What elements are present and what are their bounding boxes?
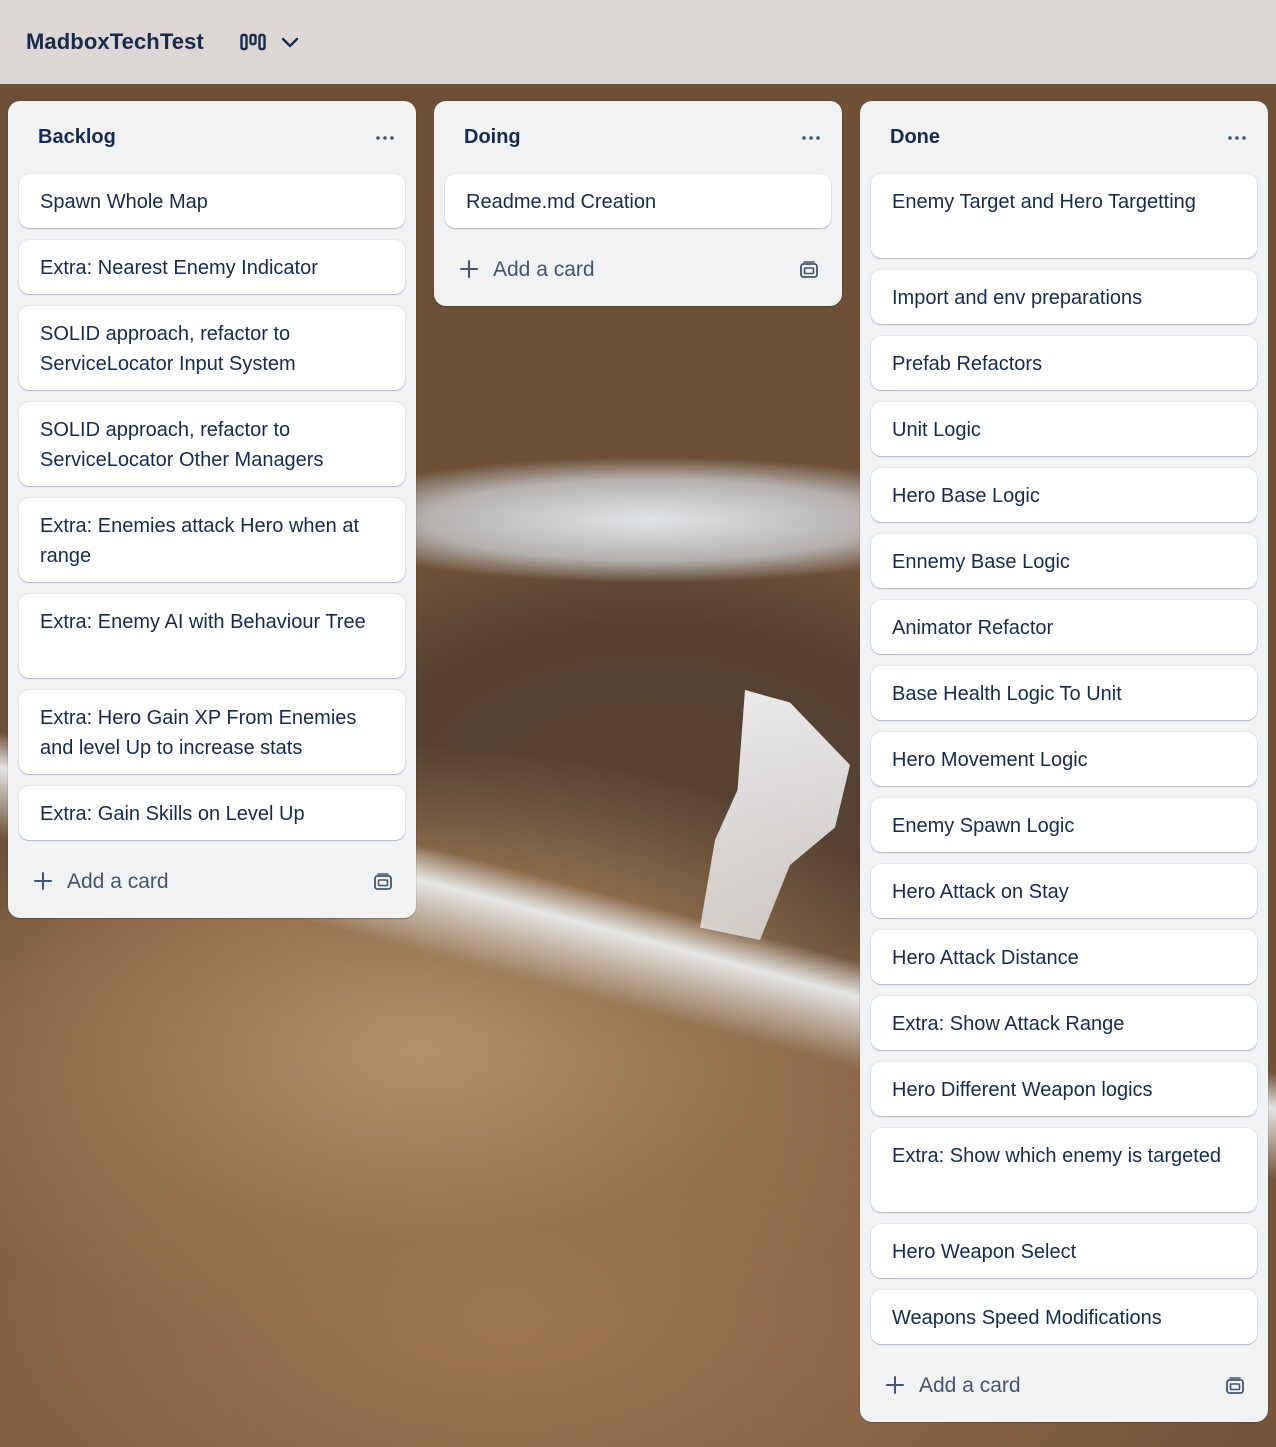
card-template-icon[interactable]	[799, 261, 819, 279]
card[interactable]: Extra: Enemies attack Hero when at range	[19, 498, 405, 582]
list-footer: Add a card	[19, 846, 405, 918]
card[interactable]: Extra: Nearest Enemy Indicator	[19, 240, 405, 294]
card[interactable]: SOLID approach, refactor to ServiceLocat…	[19, 402, 405, 486]
card[interactable]: Hero Movement Logic	[871, 732, 1257, 786]
list-doing: Doing Readme.md Creation Add a card	[434, 101, 842, 306]
card[interactable]: Spawn Whole Map	[19, 174, 405, 228]
add-card-label: Add a card	[919, 1374, 1021, 1397]
card[interactable]: Hero Base Logic	[871, 468, 1257, 522]
card[interactable]: Ennemy Base Logic	[871, 534, 1257, 588]
plus-icon	[459, 256, 479, 284]
card[interactable]: Extra: Hero Gain XP From Enemies and lev…	[19, 690, 405, 774]
card[interactable]: Animator Refactor	[871, 600, 1257, 654]
card-template-icon[interactable]	[373, 873, 393, 891]
list-header: Doing	[445, 101, 831, 174]
card[interactable]: Base Health Logic To Unit	[871, 666, 1257, 720]
add-card-button[interactable]: Add a card	[459, 256, 595, 284]
add-card-label: Add a card	[67, 870, 169, 893]
board-title[interactable]: MadboxTechTest	[26, 29, 204, 55]
card[interactable]: Extra: Show which enemy is targeted	[871, 1128, 1257, 1212]
more-horizontal-icon[interactable]	[795, 122, 827, 154]
chevron-down-icon[interactable]	[280, 35, 300, 49]
list-footer: Add a card	[445, 234, 831, 306]
list-header: Done	[871, 101, 1257, 174]
plus-icon	[33, 868, 53, 896]
card[interactable]: Import and env preparations	[871, 270, 1257, 324]
more-horizontal-icon[interactable]	[369, 122, 401, 154]
card[interactable]: Readme.md Creation	[445, 174, 831, 228]
board-view-switcher[interactable]	[240, 33, 300, 51]
card[interactable]: Hero Attack on Stay	[871, 864, 1257, 918]
list-done: Done Enemy Target and Hero Targetting Im…	[860, 101, 1268, 1422]
card[interactable]: Prefab Refactors	[871, 336, 1257, 390]
plus-icon	[885, 1372, 905, 1400]
card[interactable]: Unit Logic	[871, 402, 1257, 456]
card[interactable]: Hero Different Weapon logics	[871, 1062, 1257, 1116]
list-header: Backlog	[19, 101, 405, 174]
card[interactable]: Hero Attack Distance	[871, 930, 1257, 984]
list-backlog: Backlog Spawn Whole Map Extra: Nearest E…	[8, 101, 416, 918]
list-title[interactable]: Done	[890, 126, 940, 149]
card-template-icon[interactable]	[1225, 1377, 1245, 1395]
add-card-button[interactable]: Add a card	[885, 1372, 1021, 1400]
add-card-label: Add a card	[493, 258, 595, 281]
board-view-icon[interactable]	[240, 33, 266, 51]
add-card-button[interactable]: Add a card	[33, 868, 169, 896]
card[interactable]: Weapons Speed Modifications	[871, 1290, 1257, 1344]
card[interactable]: SOLID approach, refactor to ServiceLocat…	[19, 306, 405, 390]
card[interactable]: Enemy Target and Hero Targetting	[871, 174, 1257, 258]
card[interactable]: Extra: Gain Skills on Level Up	[19, 786, 405, 840]
board-header: MadboxTechTest	[0, 0, 1276, 84]
card[interactable]: Extra: Enemy AI with Behaviour Tree	[19, 594, 405, 678]
list-footer: Add a card	[871, 1350, 1257, 1422]
card[interactable]: Hero Weapon Select	[871, 1224, 1257, 1278]
more-horizontal-icon[interactable]	[1221, 122, 1253, 154]
list-title[interactable]: Doing	[464, 126, 521, 149]
list-title[interactable]: Backlog	[38, 126, 116, 149]
card[interactable]: Enemy Spawn Logic	[871, 798, 1257, 852]
card[interactable]: Extra: Show Attack Range	[871, 996, 1257, 1050]
